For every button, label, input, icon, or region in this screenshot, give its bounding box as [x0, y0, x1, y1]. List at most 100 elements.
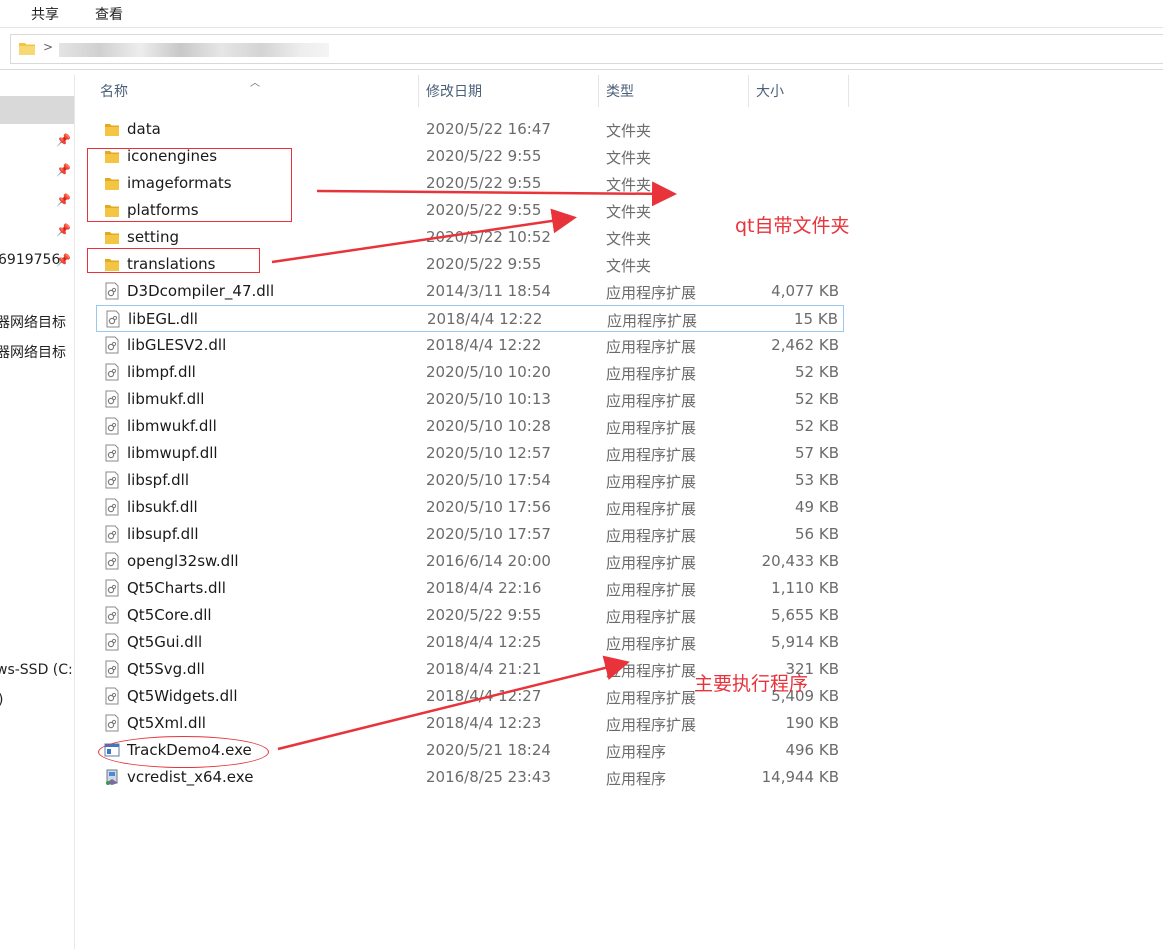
file-row[interactable]: libEGL.dll 2018/4/4 12:22 应用程序扩展 15 KB — [96, 305, 844, 332]
file-type: 应用程序扩展 — [606, 716, 697, 734]
dll-icon — [104, 525, 120, 543]
file-size: 52 KB — [795, 390, 839, 408]
file-size: 14,944 KB — [761, 768, 839, 786]
breadcrumb-separator[interactable]: > — [43, 40, 53, 54]
file-date: 2018/4/4 22:16 — [426, 579, 542, 597]
dll-icon — [104, 498, 120, 516]
file-name[interactable]: libEGL.dll — [128, 310, 198, 328]
file-date: 2020/5/22 16:47 — [426, 120, 551, 138]
navigation-pane: 📌 📌 📌 📌 📌 6919756 器网络目标 器网络目标 › ws-SSD (… — [0, 75, 75, 949]
nav-selected-item[interactable] — [0, 96, 74, 124]
file-date: 2016/6/14 20:00 — [426, 552, 551, 570]
file-row[interactable]: Qt5Core.dll 2020/5/22 9:55 应用程序扩展 5,655 KB — [96, 602, 844, 629]
file-size: 52 KB — [795, 417, 839, 435]
file-name[interactable]: Qt5Core.dll — [127, 606, 212, 624]
file-name[interactable]: D3Dcompiler_47.dll — [127, 282, 274, 300]
file-date: 2018/4/4 12:27 — [426, 687, 542, 705]
file-size: 52 KB — [795, 363, 839, 381]
file-size: 1,110 KB — [771, 579, 839, 597]
column-header-size[interactable]: 大小 — [748, 75, 849, 107]
file-name[interactable]: setting — [127, 228, 179, 246]
file-row[interactable]: Qt5Charts.dll 2018/4/4 22:16 应用程序扩展 1,110 K… — [96, 575, 844, 602]
file-date: 2020/5/10 12:57 — [426, 444, 551, 462]
file-row[interactable]: Qt5Gui.dll 2018/4/4 12:25 应用程序扩展 5,914 KB — [96, 629, 844, 656]
file-row[interactable]: libspf.dll 2020/5/10 17:54 应用程序扩展 53 KB — [96, 467, 844, 494]
column-header-name[interactable]: 名称 — [92, 75, 419, 107]
pin-icon[interactable]: 📌 — [56, 223, 71, 237]
file-type: 文件夹 — [606, 149, 652, 167]
file-size: 57 KB — [795, 444, 839, 462]
file-size: 15 KB — [794, 310, 838, 328]
file-row[interactable]: setting 2020/5/22 10:52 文件夹 — [96, 224, 844, 251]
nav-item-drive[interactable]: ) — [0, 692, 3, 708]
file-name[interactable]: Qt5Gui.dll — [127, 633, 202, 651]
file-size: 190 KB — [785, 714, 839, 732]
ribbon-tab-view[interactable]: 查看 — [95, 4, 123, 24]
address-input[interactable]: > — [10, 34, 1163, 64]
file-type: 应用程序扩展 — [606, 284, 697, 302]
file-row[interactable]: data 2020/5/22 16:47 文件夹 — [96, 116, 844, 143]
file-type: 应用程序扩展 — [606, 662, 697, 680]
column-header-type[interactable]: 类型 — [598, 75, 749, 107]
file-row[interactable]: opengl32sw.dll 2016/6/14 20:00 应用程序扩展 20,43… — [96, 548, 844, 575]
address-bar: > — [0, 28, 1163, 70]
file-name[interactable]: libsukf.dll — [127, 498, 198, 516]
file-date: 2014/3/11 18:54 — [426, 282, 551, 300]
file-row[interactable]: libmwupf.dll 2020/5/10 12:57 应用程序扩展 57 KB — [96, 440, 844, 467]
file-name[interactable]: opengl32sw.dll — [127, 552, 239, 570]
file-name[interactable]: libmukf.dll — [127, 390, 204, 408]
file-row[interactable]: vcredist_x64.exe 2016/8/25 23:43 应用程序 14,94… — [96, 764, 844, 791]
annotation-label-qt-folders: qt自带文件夹 — [735, 215, 850, 237]
file-size: 2,462 KB — [771, 336, 839, 354]
file-name[interactable]: Qt5Xml.dll — [127, 714, 206, 732]
file-name[interactable]: Qt5Widgets.dll — [127, 687, 238, 705]
nav-item-quick-access[interactable]: 6919756 — [0, 252, 60, 268]
file-type: 文件夹 — [606, 176, 652, 194]
file-type: 应用程序扩展 — [606, 608, 697, 626]
file-date: 2020/5/22 9:55 — [426, 201, 542, 219]
pin-icon[interactable]: 📌 — [56, 193, 71, 207]
file-size: 496 KB — [785, 741, 839, 759]
file-type: 应用程序 — [606, 743, 667, 761]
folder-icon — [104, 120, 120, 138]
pin-icon[interactable]: 📌 — [56, 133, 71, 147]
file-row[interactable]: libsupf.dll 2020/5/10 17:57 应用程序扩展 56 KB — [96, 521, 844, 548]
file-size: 56 KB — [795, 525, 839, 543]
file-row[interactable]: libmukf.dll 2020/5/10 10:13 应用程序扩展 52 KB — [96, 386, 844, 413]
folder-icon — [104, 228, 120, 246]
redacted-path — [59, 43, 329, 57]
file-type: 应用程序 — [606, 770, 667, 788]
file-name[interactable]: libmwukf.dll — [127, 417, 217, 435]
column-header-date[interactable]: 修改日期 — [418, 75, 599, 107]
file-type: 应用程序扩展 — [607, 312, 698, 330]
file-name[interactable]: Qt5Svg.dll — [127, 660, 205, 678]
file-date: 2020/5/22 10:52 — [426, 228, 551, 246]
nav-item-network-target[interactable]: 器网络目标 — [0, 342, 66, 362]
nav-item-network-target[interactable]: 器网络目标 — [0, 312, 66, 332]
file-date: 2018/4/4 12:23 — [426, 714, 542, 732]
pin-icon[interactable]: 📌 — [56, 163, 71, 177]
file-name[interactable]: Qt5Charts.dll — [127, 579, 226, 597]
file-row[interactable]: libsukf.dll 2020/5/10 17:56 应用程序扩展 49 KB — [96, 494, 844, 521]
file-row[interactable]: libGLESV2.dll 2018/4/4 12:22 应用程序扩展 2,462 K… — [96, 332, 844, 359]
file-row[interactable]: D3Dcompiler_47.dll 2014/3/11 18:54 应用程序扩展 4… — [96, 278, 844, 305]
dll-icon — [104, 687, 120, 705]
file-size: 53 KB — [795, 471, 839, 489]
dll-icon — [104, 633, 120, 651]
nav-item-drive-c[interactable]: ws-SSD (C:) — [0, 662, 74, 678]
file-name[interactable]: libspf.dll — [127, 471, 189, 489]
file-name[interactable]: libmpf.dll — [127, 363, 196, 381]
file-name[interactable]: vcredist_x64.exe — [127, 768, 253, 786]
file-name[interactable]: libmwupf.dll — [127, 444, 218, 462]
file-date: 2020/5/22 9:55 — [426, 147, 542, 165]
file-name[interactable]: data — [127, 120, 161, 138]
ribbon-tab-share[interactable]: 共享 — [31, 4, 59, 24]
file-row[interactable]: libmpf.dll 2020/5/10 10:20 应用程序扩展 52 KB — [96, 359, 844, 386]
file-size: 20,433 KB — [761, 552, 839, 570]
file-name[interactable]: libGLESV2.dll — [127, 336, 226, 354]
dll-icon — [104, 282, 120, 300]
file-name[interactable]: libsupf.dll — [127, 525, 199, 543]
file-row[interactable]: libmwukf.dll 2020/5/10 10:28 应用程序扩展 52 KB — [96, 413, 844, 440]
file-size: 5,914 KB — [771, 633, 839, 651]
file-row[interactable]: Qt5Xml.dll 2018/4/4 12:23 应用程序扩展 190 KB — [96, 710, 844, 737]
